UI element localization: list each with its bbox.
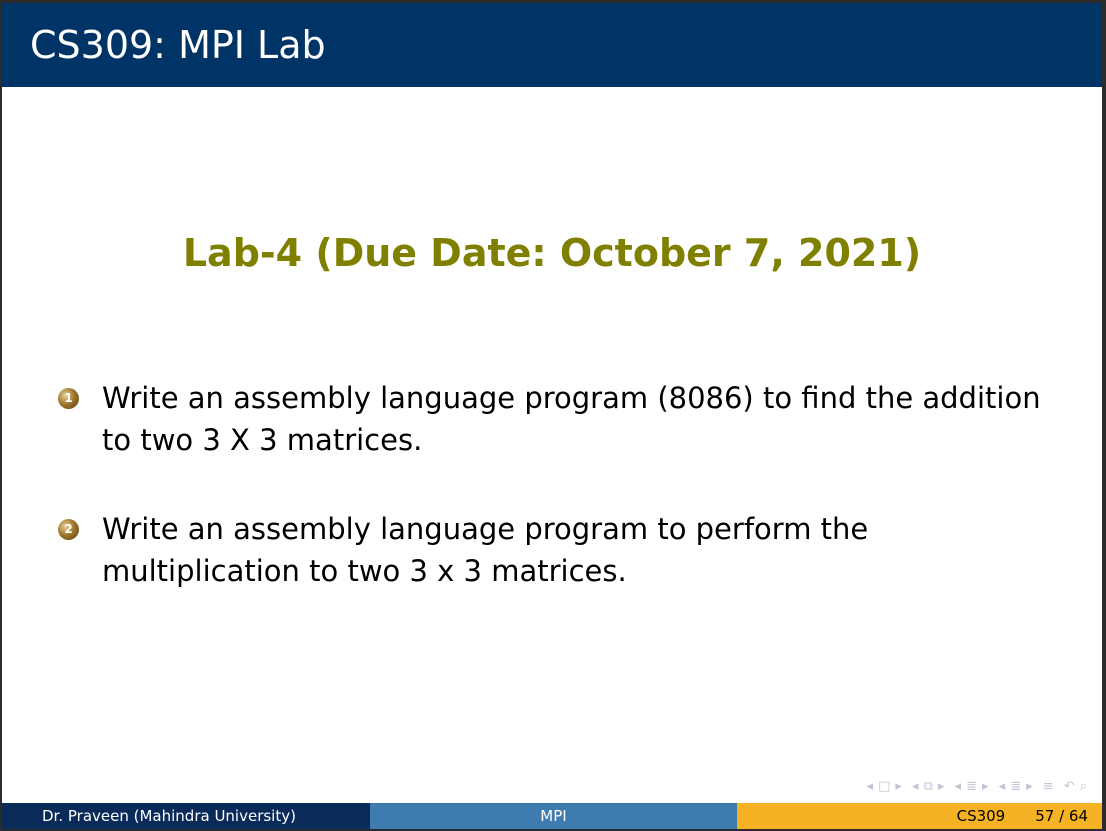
lab-heading: Lab-4 (Due Date: October 7, 2021) xyxy=(182,231,922,275)
item-number-ball-icon: 2 xyxy=(58,519,79,540)
footer-right: CS309 57 / 64 xyxy=(737,803,1102,829)
item-text: Write an assembly language program to pe… xyxy=(102,512,869,588)
nav-prev-subsection-icon[interactable]: ◂ xyxy=(912,779,920,794)
undo-icon[interactable]: ↶ xyxy=(1064,779,1076,794)
section-icon[interactable]: ≣ xyxy=(966,779,978,794)
footer-short-title: MPI xyxy=(370,803,737,829)
item-number-ball-icon: 1 xyxy=(58,388,79,409)
footer: Dr. Praveen (Mahindra University) MPI CS… xyxy=(2,803,1102,829)
page-number: 57 / 64 xyxy=(1035,807,1088,825)
subsection-icon[interactable]: ⧉ xyxy=(924,779,934,794)
nav-next-part-icon[interactable]: ▸ xyxy=(1026,779,1034,794)
item-text: Write an assembly language program (8086… xyxy=(102,381,1041,457)
nav-prev-section-icon[interactable]: ◂ xyxy=(955,779,963,794)
footer-course: CS309 xyxy=(956,807,1006,825)
slide: CS309: MPI Lab Lab-4 (Due Date: October … xyxy=(2,3,1102,829)
frame-title: CS309: MPI Lab xyxy=(30,23,326,67)
frame-title-bar: CS309: MPI Lab xyxy=(2,3,1102,87)
search-icon[interactable]: ⌕ xyxy=(1080,779,1088,794)
list-item: 1 Write an assembly language program (80… xyxy=(54,377,1074,461)
align-icon[interactable]: ≣ xyxy=(1010,779,1022,794)
frame-icon[interactable]: □ xyxy=(878,779,891,794)
document-align-icon[interactable]: ≡ xyxy=(1043,779,1055,794)
navigation-symbols: ◂ □ ▸ ◂ ⧉ ▸ ◂ ≣ ▸ ◂ ≣ ▸ ≡ ↶ ⌕ xyxy=(863,779,1088,794)
nav-prev-part-icon[interactable]: ◂ xyxy=(999,779,1007,794)
nav-next-section-icon[interactable]: ▸ xyxy=(982,779,990,794)
task-list: 1 Write an assembly language program (80… xyxy=(54,377,1074,592)
list-item: 2 Write an assembly language program to … xyxy=(54,508,1074,592)
nav-prev-frame-icon[interactable]: ◂ xyxy=(867,779,875,794)
nav-next-frame-icon[interactable]: ▸ xyxy=(895,779,903,794)
nav-next-subsection-icon[interactable]: ▸ xyxy=(938,779,946,794)
footer-author: Dr. Praveen (Mahindra University) xyxy=(2,803,370,829)
